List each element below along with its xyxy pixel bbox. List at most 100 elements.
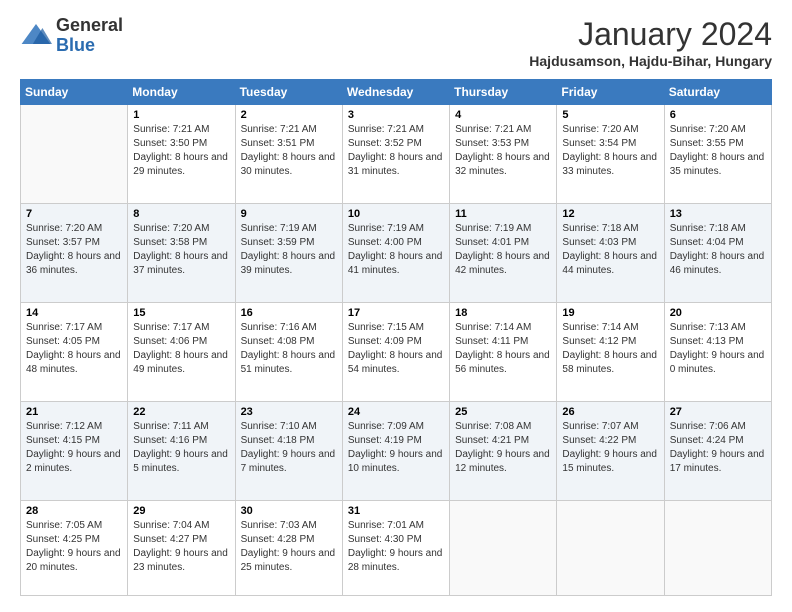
day-info: Sunrise: 7:17 AMSunset: 4:06 PMDaylight:…: [133, 321, 229, 377]
table-row: 18 Sunrise: 7:14 AMSunset: 4:11 PMDaylig…: [450, 302, 557, 401]
day-info: Sunrise: 7:05 AMSunset: 4:25 PMDaylight:…: [26, 519, 122, 575]
day-number: 18: [455, 307, 551, 319]
day-info: Sunrise: 7:20 AMSunset: 3:57 PMDaylight:…: [26, 222, 122, 278]
day-number: 9: [241, 208, 337, 220]
day-number: 13: [670, 208, 766, 220]
logo-blue-text: Blue: [56, 36, 123, 56]
table-row: 31 Sunrise: 7:01 AMSunset: 4:30 PMDaylig…: [342, 500, 449, 595]
day-info: Sunrise: 7:20 AMSunset: 3:54 PMDaylight:…: [562, 123, 658, 179]
day-info: Sunrise: 7:07 AMSunset: 4:22 PMDaylight:…: [562, 420, 658, 476]
day-number: 10: [348, 208, 444, 220]
day-info: Sunrise: 7:17 AMSunset: 4:05 PMDaylight:…: [26, 321, 122, 377]
table-row: 1 Sunrise: 7:21 AMSunset: 3:50 PMDayligh…: [128, 105, 235, 204]
table-row: 3 Sunrise: 7:21 AMSunset: 3:52 PMDayligh…: [342, 105, 449, 204]
day-number: 20: [670, 307, 766, 319]
day-number: 26: [562, 406, 658, 418]
table-row: 20 Sunrise: 7:13 AMSunset: 4:13 PMDaylig…: [664, 302, 771, 401]
day-info: Sunrise: 7:16 AMSunset: 4:08 PMDaylight:…: [241, 321, 337, 377]
day-info: Sunrise: 7:03 AMSunset: 4:28 PMDaylight:…: [241, 519, 337, 575]
table-row: 9 Sunrise: 7:19 AMSunset: 3:59 PMDayligh…: [235, 203, 342, 302]
day-number: 6: [670, 109, 766, 121]
day-info: Sunrise: 7:21 AMSunset: 3:51 PMDaylight:…: [241, 123, 337, 179]
table-row: [450, 500, 557, 595]
table-row: 11 Sunrise: 7:19 AMSunset: 4:01 PMDaylig…: [450, 203, 557, 302]
day-info: Sunrise: 7:21 AMSunset: 3:52 PMDaylight:…: [348, 123, 444, 179]
header-thursday: Thursday: [450, 80, 557, 105]
day-number: 16: [241, 307, 337, 319]
day-number: 29: [133, 505, 229, 517]
day-number: 21: [26, 406, 122, 418]
day-number: 8: [133, 208, 229, 220]
table-row: 15 Sunrise: 7:17 AMSunset: 4:06 PMDaylig…: [128, 302, 235, 401]
day-number: 30: [241, 505, 337, 517]
day-info: Sunrise: 7:21 AMSunset: 3:53 PMDaylight:…: [455, 123, 551, 179]
day-info: Sunrise: 7:10 AMSunset: 4:18 PMDaylight:…: [241, 420, 337, 476]
table-row: 10 Sunrise: 7:19 AMSunset: 4:00 PMDaylig…: [342, 203, 449, 302]
table-row: 22 Sunrise: 7:11 AMSunset: 4:16 PMDaylig…: [128, 401, 235, 500]
table-row: [21, 105, 128, 204]
table-row: 7 Sunrise: 7:20 AMSunset: 3:57 PMDayligh…: [21, 203, 128, 302]
day-number: 23: [241, 406, 337, 418]
day-info: Sunrise: 7:15 AMSunset: 4:09 PMDaylight:…: [348, 321, 444, 377]
header-tuesday: Tuesday: [235, 80, 342, 105]
logo-general-text: General: [56, 16, 123, 36]
day-number: 7: [26, 208, 122, 220]
day-info: Sunrise: 7:21 AMSunset: 3:50 PMDaylight:…: [133, 123, 229, 179]
table-row: [664, 500, 771, 595]
table-row: 29 Sunrise: 7:04 AMSunset: 4:27 PMDaylig…: [128, 500, 235, 595]
table-row: 6 Sunrise: 7:20 AMSunset: 3:55 PMDayligh…: [664, 105, 771, 204]
table-row: 4 Sunrise: 7:21 AMSunset: 3:53 PMDayligh…: [450, 105, 557, 204]
day-number: 11: [455, 208, 551, 220]
table-row: 16 Sunrise: 7:16 AMSunset: 4:08 PMDaylig…: [235, 302, 342, 401]
weekday-header-row: Sunday Monday Tuesday Wednesday Thursday…: [21, 80, 772, 105]
day-number: 4: [455, 109, 551, 121]
header-monday: Monday: [128, 80, 235, 105]
day-info: Sunrise: 7:11 AMSunset: 4:16 PMDaylight:…: [133, 420, 229, 476]
day-info: Sunrise: 7:04 AMSunset: 4:27 PMDaylight:…: [133, 519, 229, 575]
calendar-table: Sunday Monday Tuesday Wednesday Thursday…: [20, 79, 772, 596]
day-info: Sunrise: 7:08 AMSunset: 4:21 PMDaylight:…: [455, 420, 551, 476]
title-block: January 2024 Hajdusamson, Hajdu-Bihar, H…: [529, 16, 772, 69]
day-info: Sunrise: 7:20 AMSunset: 3:55 PMDaylight:…: [670, 123, 766, 179]
day-info: Sunrise: 7:06 AMSunset: 4:24 PMDaylight:…: [670, 420, 766, 476]
day-number: 3: [348, 109, 444, 121]
table-row: 28 Sunrise: 7:05 AMSunset: 4:25 PMDaylig…: [21, 500, 128, 595]
day-info: Sunrise: 7:18 AMSunset: 4:04 PMDaylight:…: [670, 222, 766, 278]
logo-text: General Blue: [56, 16, 123, 56]
table-row: 23 Sunrise: 7:10 AMSunset: 4:18 PMDaylig…: [235, 401, 342, 500]
day-number: 31: [348, 505, 444, 517]
day-info: Sunrise: 7:18 AMSunset: 4:03 PMDaylight:…: [562, 222, 658, 278]
day-info: Sunrise: 7:19 AMSunset: 4:00 PMDaylight:…: [348, 222, 444, 278]
table-row: 24 Sunrise: 7:09 AMSunset: 4:19 PMDaylig…: [342, 401, 449, 500]
table-row: 2 Sunrise: 7:21 AMSunset: 3:51 PMDayligh…: [235, 105, 342, 204]
day-number: 27: [670, 406, 766, 418]
page: General Blue January 2024 Hajdusamson, H…: [0, 0, 792, 612]
header-sunday: Sunday: [21, 80, 128, 105]
day-info: Sunrise: 7:14 AMSunset: 4:11 PMDaylight:…: [455, 321, 551, 377]
day-info: Sunrise: 7:01 AMSunset: 4:30 PMDaylight:…: [348, 519, 444, 575]
table-row: 26 Sunrise: 7:07 AMSunset: 4:22 PMDaylig…: [557, 401, 664, 500]
table-row: 30 Sunrise: 7:03 AMSunset: 4:28 PMDaylig…: [235, 500, 342, 595]
day-number: 24: [348, 406, 444, 418]
header: General Blue January 2024 Hajdusamson, H…: [20, 16, 772, 69]
day-info: Sunrise: 7:09 AMSunset: 4:19 PMDaylight:…: [348, 420, 444, 476]
month-title: January 2024: [529, 16, 772, 53]
day-number: 1: [133, 109, 229, 121]
table-row: [557, 500, 664, 595]
logo-icon: [20, 20, 52, 52]
logo: General Blue: [20, 16, 123, 56]
day-number: 25: [455, 406, 551, 418]
table-row: 17 Sunrise: 7:15 AMSunset: 4:09 PMDaylig…: [342, 302, 449, 401]
table-row: 12 Sunrise: 7:18 AMSunset: 4:03 PMDaylig…: [557, 203, 664, 302]
table-row: 25 Sunrise: 7:08 AMSunset: 4:21 PMDaylig…: [450, 401, 557, 500]
day-number: 5: [562, 109, 658, 121]
header-wednesday: Wednesday: [342, 80, 449, 105]
table-row: 19 Sunrise: 7:14 AMSunset: 4:12 PMDaylig…: [557, 302, 664, 401]
table-row: 13 Sunrise: 7:18 AMSunset: 4:04 PMDaylig…: [664, 203, 771, 302]
location-title: Hajdusamson, Hajdu-Bihar, Hungary: [529, 53, 772, 69]
day-info: Sunrise: 7:20 AMSunset: 3:58 PMDaylight:…: [133, 222, 229, 278]
header-friday: Friday: [557, 80, 664, 105]
day-number: 28: [26, 505, 122, 517]
day-number: 14: [26, 307, 122, 319]
day-number: 22: [133, 406, 229, 418]
